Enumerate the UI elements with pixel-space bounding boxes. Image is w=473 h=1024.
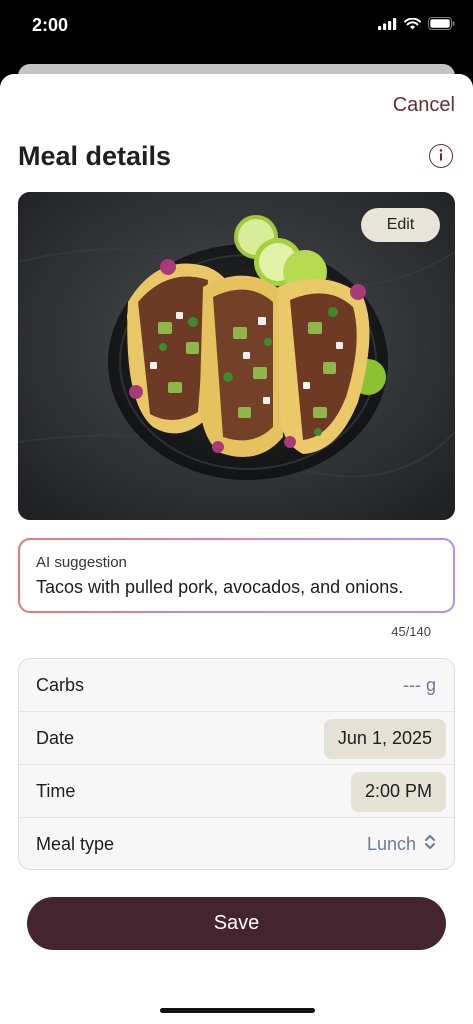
meal-type-label: Meal type xyxy=(36,834,115,854)
carbs-label: Carbs xyxy=(36,674,85,695)
ai-suggestion-inner: AI suggestion Tacos with pulled pork, av… xyxy=(20,540,453,611)
chevron-up-down-icon xyxy=(424,833,436,856)
status-bar: 2:00 xyxy=(0,0,473,54)
date-label: Date xyxy=(36,727,75,748)
cancel-button[interactable]: Cancel xyxy=(393,94,455,117)
ai-suggestion-text[interactable]: Tacos with pulled pork, avocados, and on… xyxy=(36,577,437,598)
meal-details-sheet: Cancel Meal details Edit AI suggestion T… xyxy=(0,74,473,1024)
time-label: Time xyxy=(36,780,76,801)
page-title: Meal details xyxy=(18,141,172,171)
character-count: 45/140 xyxy=(391,624,431,639)
home-indicator xyxy=(160,1008,315,1013)
ai-suggestion-field[interactable]: AI suggestion Tacos with pulled pork, av… xyxy=(18,538,455,613)
info-button[interactable] xyxy=(429,144,453,168)
cellular-signal-icon xyxy=(378,17,397,35)
carbs-row[interactable]: Carbs --- g xyxy=(19,659,454,712)
time-row: Time 2:00 PM xyxy=(19,765,454,818)
carbs-value[interactable]: --- g xyxy=(403,675,436,696)
save-button[interactable]: Save xyxy=(27,897,446,950)
screen: 2:00 Cancel Meal details Edit AI suggest… xyxy=(0,0,473,1024)
time-picker-button[interactable]: 2:00 PM xyxy=(350,771,446,812)
date-picker-button[interactable]: Jun 1, 2025 xyxy=(323,718,446,759)
wifi-icon xyxy=(404,17,421,35)
meal-details-form: Carbs --- g Date Jun 1, 2025 Time 2:00 P… xyxy=(18,658,455,870)
status-icons xyxy=(378,17,455,35)
meal-type-row: Meal type Lunch xyxy=(19,818,454,869)
meal-type-value: Lunch xyxy=(366,834,416,854)
edit-photo-button[interactable]: Edit xyxy=(361,208,440,242)
meal-photo: Edit xyxy=(18,192,455,520)
battery-icon xyxy=(428,17,455,35)
ai-suggestion-label: AI suggestion xyxy=(36,554,127,571)
meal-type-select[interactable]: Lunch xyxy=(367,833,436,856)
status-time: 2:00 xyxy=(32,15,69,35)
date-row: Date Jun 1, 2025 xyxy=(19,712,454,765)
info-icon xyxy=(435,148,447,165)
